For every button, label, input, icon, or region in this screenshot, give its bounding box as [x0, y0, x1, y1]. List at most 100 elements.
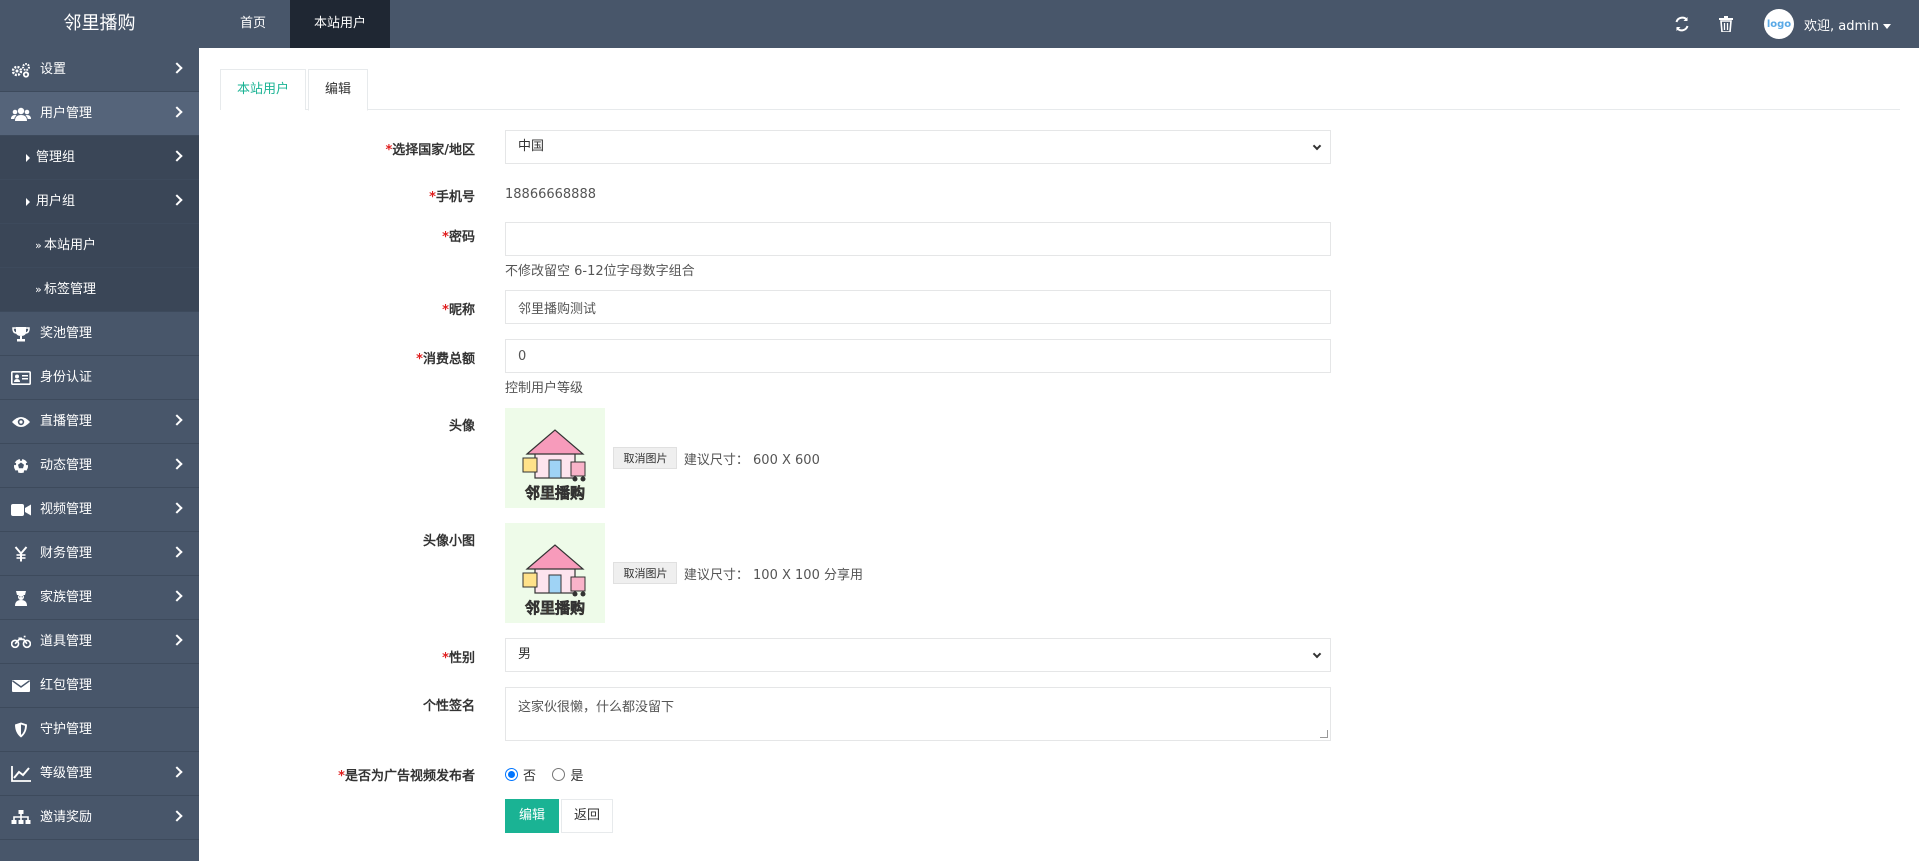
chevron-right-icon — [171, 766, 183, 778]
required-mark: * — [442, 651, 449, 666]
sidebar-item-guard-management[interactable]: 守护管理 — [0, 708, 199, 752]
country-select[interactable]: 中国 — [505, 130, 1331, 164]
sidebar-item-settings[interactable]: 设置 — [0, 48, 199, 92]
chevron-right-icon — [171, 546, 183, 558]
sidebar-item-label: 财务管理 — [40, 546, 93, 561]
gears-icon — [11, 62, 31, 78]
tab-site-users[interactable]: 本站用户 — [220, 69, 307, 110]
password-field[interactable] — [505, 222, 1331, 256]
chevron-right-icon — [171, 634, 183, 646]
radio-no[interactable] — [505, 768, 518, 781]
sidebar-item-label: 红包管理 — [40, 678, 93, 693]
field-label: 头像小图 — [422, 534, 475, 549]
users-icon — [11, 106, 31, 122]
sidebar-item-admin-group[interactable]: 管理组 — [0, 136, 199, 180]
sidebar-item-red-packet-management[interactable]: 红包管理 — [0, 664, 199, 708]
field-label: *性别 — [442, 651, 475, 666]
action-buttons: 编辑 返回 — [505, 799, 614, 833]
sidebar-item-label: 家族管理 — [40, 590, 93, 605]
trash-icon[interactable] — [1712, 10, 1740, 38]
sidebar-item-label: 本站用户 — [44, 238, 97, 253]
avatar-size-hint: 建议尺寸： 600 X 600 — [683, 452, 820, 468]
required-mark: * — [442, 303, 449, 318]
avatar-thumb-image[interactable]: 邻里播购 — [505, 523, 605, 623]
sidebar-item-level-management[interactable]: 等级管理 — [0, 752, 199, 796]
tab-edit[interactable]: 编辑 — [308, 69, 369, 111]
avatar[interactable]: logo — [1764, 9, 1794, 39]
avatar-cancel-button[interactable]: 取消图片 — [613, 447, 678, 469]
motorcycle-icon — [11, 634, 31, 650]
top-bar: 邻里播购 首页 本站用户 logo 欢迎, admin — [0, 0, 1919, 48]
resize-handle[interactable] — [1320, 730, 1328, 738]
signature-textarea[interactable]: 这家伙很懒，什么都没留下 — [505, 687, 1331, 741]
sidebar-item-props-management[interactable]: 道具管理 — [0, 620, 199, 664]
chevron-right-icon — [171, 194, 183, 206]
consume-field[interactable] — [505, 339, 1331, 373]
sidebar-item-label: 设置 — [40, 62, 67, 77]
sidebar: 设置 用户管理 管理组 用户组 » 本站用户 » 标签管理 奖池管理 身份认证 … — [0, 48, 199, 861]
sidebar-item-label: 等级管理 — [40, 766, 93, 781]
avatar-group: 邻里播购 取消图片 建议尺寸： 600 X 600 — [505, 408, 820, 508]
chevron-right-icon — [171, 62, 183, 74]
edit-submit-button[interactable]: 编辑 — [505, 799, 560, 833]
yen-icon — [11, 546, 31, 562]
family-icon — [11, 590, 31, 606]
field-label: *昵称 — [442, 303, 475, 318]
required-mark: * — [429, 190, 436, 205]
sidebar-item-label: 标签管理 — [44, 282, 97, 297]
top-nav-home[interactable]: 首页 — [216, 0, 290, 48]
field-label: *密码 — [442, 230, 475, 245]
top-nav: 首页 本站用户 — [216, 0, 391, 48]
chevron-right-icon — [171, 458, 183, 470]
sidebar-item-label: 用户组 — [36, 194, 76, 209]
field-label: 个性签名 — [422, 699, 475, 714]
refresh-icon[interactable] — [1668, 10, 1696, 38]
sidebar-item-moments-management[interactable]: 动态管理 — [0, 444, 199, 488]
radio-yes[interactable] — [552, 768, 566, 781]
avatar-thumb-cancel-button[interactable]: 取消图片 — [613, 562, 678, 584]
chevron-down-icon — [1312, 141, 1322, 151]
sidebar-item-identity-verification[interactable]: 身份认证 — [0, 356, 199, 400]
sidebar-item-label: 邀请奖励 — [40, 810, 93, 825]
welcome-text: 欢迎, admin — [1804, 18, 1879, 34]
sidebar-item-label: 视频管理 — [40, 502, 93, 517]
avatar-thumb-group: 邻里播购 取消图片 建议尺寸： 100 X 100 分享用 — [505, 523, 863, 623]
sidebar-item-prize-pool[interactable]: 奖池管理 — [0, 312, 199, 356]
chevron-right-icon — [171, 502, 183, 514]
sidebar-item-invite-rewards[interactable]: 邀请奖励 — [0, 796, 199, 840]
sidebar-item-family-management[interactable]: 家族管理 — [0, 576, 199, 620]
avatar-thumb-logo-text: 邻里播购 — [524, 599, 585, 617]
sidebar-item-user-management[interactable]: 用户管理 — [0, 92, 199, 136]
avatar-image[interactable]: 邻里播购 — [505, 408, 605, 508]
field-label: *选择国家/地区 — [385, 143, 475, 158]
sidebar-item-label: 直播管理 — [40, 414, 93, 429]
top-nav-site-users[interactable]: 本站用户 — [290, 0, 391, 48]
eye-icon — [11, 414, 31, 430]
radio-yes-label: 是 — [570, 769, 584, 784]
consume-help: 控制用户等级 — [505, 381, 584, 396]
double-angle-right-icon: » — [35, 239, 42, 252]
form-row-country: *选择国家/地区 中国 — [199, 130, 1919, 164]
chevron-right-icon — [171, 414, 183, 426]
sidebar-item-tag-management[interactable]: » 标签管理 — [0, 268, 199, 312]
nickname-field[interactable] — [505, 290, 1331, 324]
user-menu[interactable]: 欢迎, admin — [1804, 15, 1891, 34]
chevron-right-icon — [171, 106, 183, 118]
sidebar-item-finance-management[interactable]: 财务管理 — [0, 532, 199, 576]
nickname-group — [505, 290, 1331, 324]
top-right-tools: logo 欢迎, admin — [1668, 0, 1891, 48]
sidebar-item-video-management[interactable]: 视频管理 — [0, 488, 199, 532]
back-button[interactable]: 返回 — [561, 799, 614, 833]
chevron-right-icon — [171, 150, 183, 162]
required-mark: * — [416, 352, 423, 367]
sidebar-item-user-group[interactable]: 用户组 — [0, 180, 199, 224]
sidebar-item-site-users[interactable]: » 本站用户 — [0, 224, 199, 268]
gender-select[interactable]: 男 — [505, 638, 1331, 672]
video-camera-icon — [11, 502, 31, 518]
sidebar-item-label: 道具管理 — [40, 634, 93, 649]
caret-right-icon — [26, 154, 30, 162]
line-chart-icon — [11, 766, 31, 782]
sidebar-item-live-management[interactable]: 直播管理 — [0, 400, 199, 444]
sidebar-item-label: 管理组 — [36, 150, 76, 165]
brand-title[interactable]: 邻里播购 — [0, 0, 199, 48]
